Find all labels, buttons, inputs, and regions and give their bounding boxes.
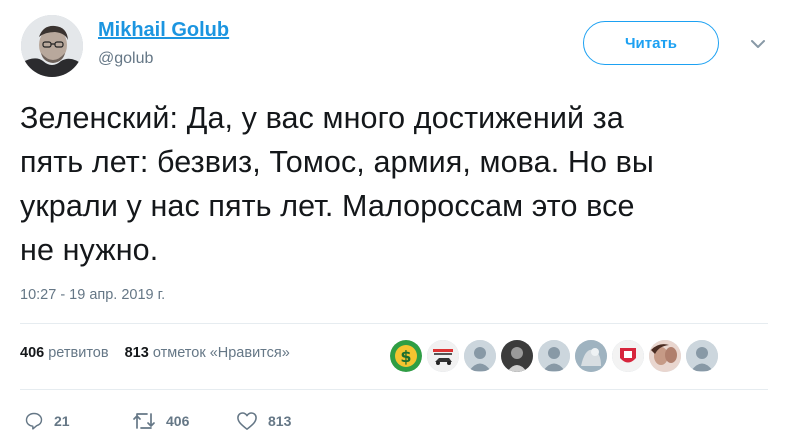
reply-icon bbox=[24, 411, 44, 431]
retweet-action[interactable]: 406 bbox=[132, 411, 236, 431]
liker-avatar[interactable] bbox=[612, 340, 644, 372]
reply-action[interactable]: 21 bbox=[24, 411, 132, 431]
liker-avatar[interactable] bbox=[427, 340, 459, 372]
retweets-stat[interactable]: 406 ретвитов bbox=[20, 345, 109, 361]
retweet-icon bbox=[132, 411, 156, 431]
retweet-count: 406 bbox=[166, 413, 190, 429]
tweet-line: украли у нас пять лет. Малороссам это вс… bbox=[20, 189, 635, 223]
heart-icon bbox=[236, 411, 258, 431]
tweet-line: пять лет: безвиз, Томос, армия, мова. Но… bbox=[20, 145, 654, 179]
tweet-timestamp[interactable]: 10:27 - 19 апр. 2019 г. bbox=[20, 287, 165, 303]
chevron-down-icon[interactable] bbox=[748, 36, 768, 52]
liker-avatar[interactable] bbox=[649, 340, 681, 372]
avatar-photo bbox=[21, 15, 83, 77]
liker-avatar[interactable] bbox=[464, 340, 496, 372]
likes-label: отметок «Нравится» bbox=[152, 345, 290, 361]
retweets-count: 406 bbox=[20, 345, 45, 361]
svg-text:$: $ bbox=[400, 347, 411, 366]
tweet-actions: 21 406 813 bbox=[24, 410, 291, 432]
tweet-text: Зеленский: Да, у вас много достижений за… bbox=[20, 96, 775, 272]
liker-avatar[interactable] bbox=[575, 340, 607, 372]
avatar[interactable] bbox=[21, 15, 83, 77]
likes-count: 813 bbox=[124, 345, 149, 361]
like-action[interactable]: 813 bbox=[236, 411, 291, 431]
liker-avatars: $ bbox=[390, 340, 718, 372]
divider bbox=[20, 389, 768, 390]
follow-button[interactable]: Читать bbox=[583, 21, 719, 65]
tweet-line: не нужно. bbox=[20, 233, 159, 267]
liker-avatar[interactable] bbox=[538, 340, 570, 372]
liker-avatar[interactable]: $ bbox=[390, 340, 422, 372]
retweets-label: ретвитов bbox=[48, 345, 109, 361]
divider bbox=[20, 323, 768, 324]
tweet-stats: 406 ретвитов 813 отметок «Нравится» bbox=[20, 345, 302, 361]
like-count: 813 bbox=[268, 413, 292, 429]
reply-count: 21 bbox=[54, 413, 70, 429]
tweet-line: Зеленский: Да, у вас много достижений за bbox=[20, 101, 624, 135]
display-name[interactable]: Mikhail Golub bbox=[98, 19, 229, 42]
likes-stat[interactable]: 813 отметок «Нравится» bbox=[125, 345, 290, 361]
liker-avatar[interactable] bbox=[686, 340, 718, 372]
liker-avatar[interactable] bbox=[501, 340, 533, 372]
username[interactable]: @golub bbox=[98, 50, 153, 68]
